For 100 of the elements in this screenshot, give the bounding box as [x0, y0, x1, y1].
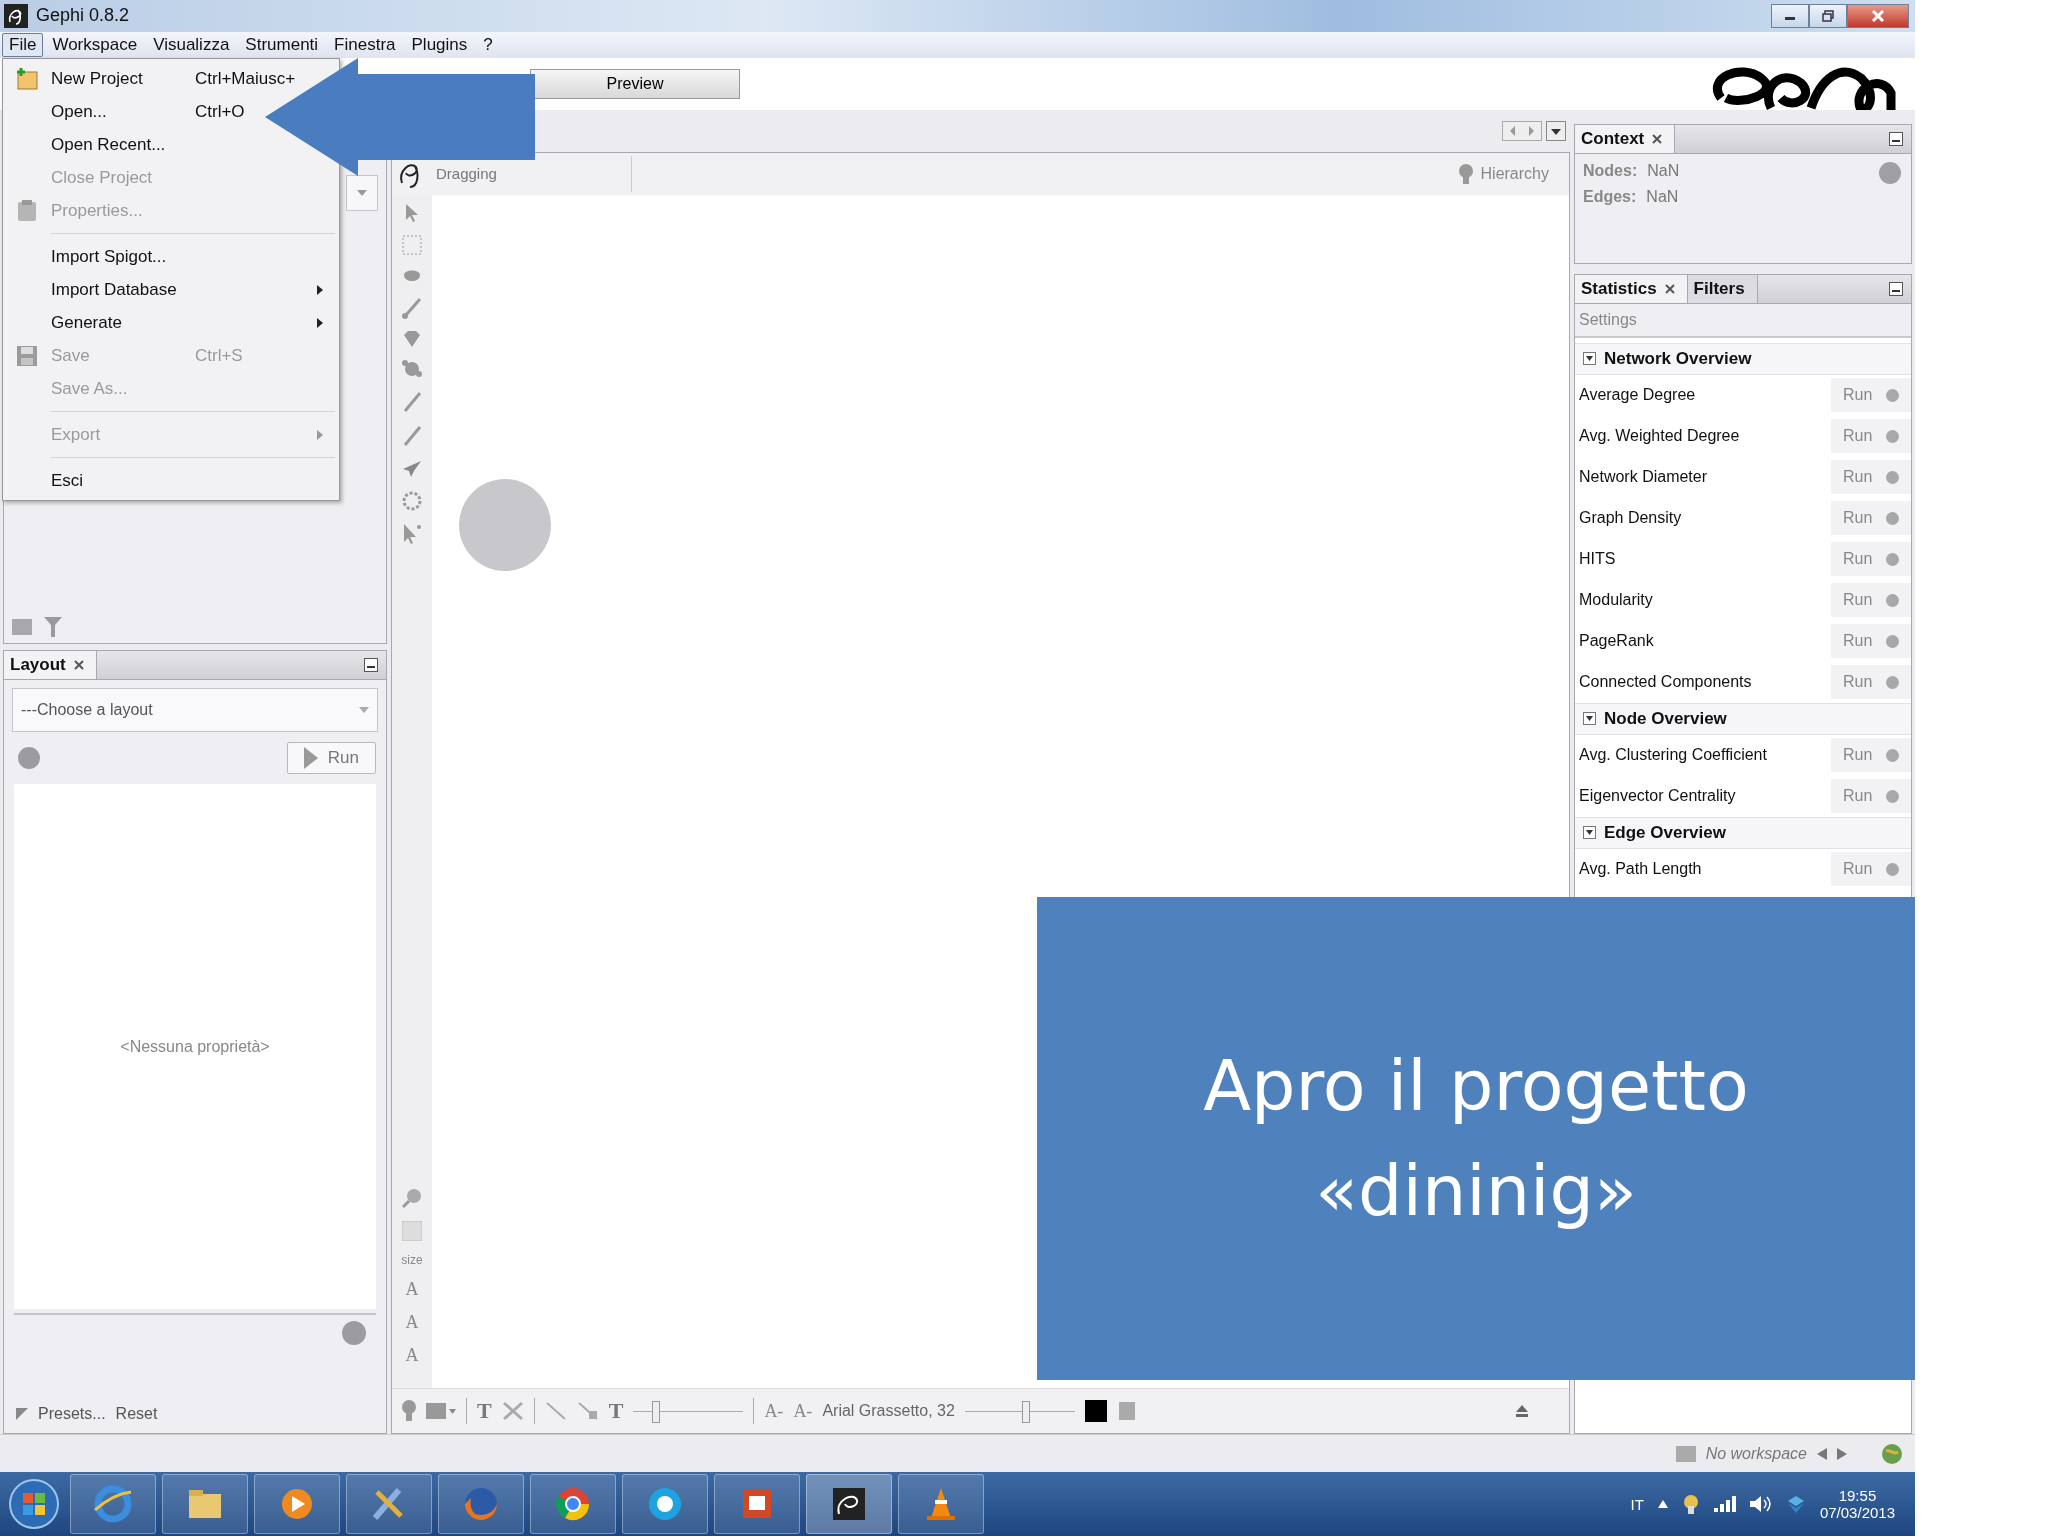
- panel-tab[interactable]: Statistics: [1575, 274, 1688, 303]
- taskbar-button[interactable]: [714, 1474, 800, 1534]
- dropdown-caret-icon[interactable]: [346, 174, 378, 211]
- text-tool[interactable]: A: [405, 1312, 419, 1334]
- maximize-button[interactable]: [1809, 4, 1847, 28]
- minimize-icon[interactable]: [1889, 131, 1903, 146]
- menu-entry[interactable]: Esci: [3, 464, 195, 497]
- collapse-toggle-icon[interactable]: [1583, 352, 1596, 366]
- menu-entry[interactable]: New Project Ctrl+Maiusc+: [3, 62, 296, 95]
- line-icon[interactable]: [576, 1401, 599, 1422]
- reset-link[interactable]: Reset: [115, 1405, 158, 1424]
- box-icon[interactable]: [1785, 1494, 1806, 1514]
- speaker-icon[interactable]: [1749, 1495, 1772, 1513]
- info-icon[interactable]: [18, 746, 40, 769]
- rectangle-icon[interactable]: [426, 1403, 456, 1420]
- font-size-button[interactable]: A-: [764, 1400, 784, 1422]
- up-caret-icon[interactable]: [1657, 1500, 1668, 1508]
- slider[interactable]: [964, 1399, 1075, 1424]
- run-button[interactable]: Run: [1831, 419, 1911, 454]
- run-button[interactable]: Run: [1831, 624, 1911, 659]
- globe-icon[interactable]: [1881, 1442, 1903, 1465]
- play-icon: [303, 746, 318, 769]
- menu-item[interactable]: Plugins: [404, 32, 475, 57]
- gear-icon[interactable]: [402, 490, 422, 511]
- run-button[interactable]: Run: [1831, 542, 1911, 577]
- filter-icon[interactable]: [44, 616, 62, 637]
- layout-tab[interactable]: Layout: [4, 650, 97, 679]
- menu-item[interactable]: File: [2, 32, 44, 57]
- run-button[interactable]: Run: [1831, 738, 1911, 773]
- airplane-icon[interactable]: [401, 458, 423, 479]
- language-indicator[interactable]: IT: [1630, 1495, 1644, 1513]
- taskbar-button[interactable]: [622, 1474, 708, 1534]
- run-button[interactable]: Run: [286, 741, 376, 774]
- text-button[interactable]: T: [608, 1398, 624, 1425]
- eject-icon[interactable]: [1515, 1404, 1529, 1419]
- menu-entry[interactable]: Import Database: [3, 273, 333, 306]
- run-button[interactable]: Run: [1831, 852, 1911, 887]
- taskbar-button[interactable]: [530, 1474, 616, 1534]
- menu-item[interactable]: Workspace: [45, 32, 145, 57]
- menu-entry[interactable]: Generate: [3, 306, 333, 339]
- font-size-button[interactable]: A-: [793, 1400, 813, 1422]
- dropdown-icon[interactable]: [1546, 120, 1566, 141]
- run-button[interactable]: Run: [1831, 583, 1911, 618]
- menu-item[interactable]: Visualizza: [146, 32, 237, 57]
- minimize-icon[interactable]: [1889, 281, 1903, 296]
- line-icon[interactable]: [544, 1401, 567, 1422]
- cursor-icon[interactable]: [402, 522, 422, 545]
- menu-item[interactable]: Finestra: [327, 32, 403, 57]
- hierarchy-button[interactable]: Hierarchy: [1458, 163, 1569, 184]
- minimize-button[interactable]: [1771, 4, 1809, 28]
- pencil-icon[interactable]: [402, 424, 422, 447]
- taskbar-button[interactable]: [254, 1474, 340, 1534]
- preview-button[interactable]: Preview: [530, 68, 740, 99]
- menu-entry[interactable]: Import Spigot...: [3, 240, 195, 273]
- layers-icon[interactable]: [1116, 1400, 1137, 1423]
- run-button[interactable]: Run: [1831, 665, 1911, 700]
- color-swatch[interactable]: [1084, 1400, 1107, 1423]
- run-button[interactable]: Run: [1831, 460, 1911, 495]
- taskbar-button[interactable]: [162, 1474, 248, 1534]
- close-button[interactable]: [1847, 4, 1909, 28]
- brush-icon[interactable]: [402, 296, 422, 319]
- close-icon[interactable]: [73, 659, 84, 670]
- close-icon[interactable]: [1652, 133, 1663, 144]
- slider[interactable]: [633, 1399, 744, 1424]
- panel-tab[interactable]: Filters: [1687, 274, 1758, 303]
- diamond-icon[interactable]: [402, 330, 422, 347]
- bulb-icon: [1458, 163, 1473, 184]
- run-button[interactable]: Run: [1831, 378, 1911, 413]
- run-button[interactable]: Run: [1831, 501, 1911, 536]
- menu-item[interactable]: Strumenti: [238, 32, 326, 57]
- menu-item[interactable]: ?: [476, 32, 500, 57]
- settings-label[interactable]: Settings: [1579, 310, 1637, 329]
- help-icon[interactable]: [342, 1321, 366, 1346]
- clock[interactable]: 19:55 07/03/2013: [1819, 1487, 1895, 1521]
- layout-dropdown[interactable]: ---Choose a layout: [12, 687, 378, 732]
- text-tool[interactable]: A: [405, 1345, 419, 1367]
- menu-entry[interactable]: Open Recent...: [3, 128, 195, 161]
- presets-link[interactable]: Presets...: [38, 1405, 106, 1424]
- splat-icon[interactable]: [402, 358, 422, 379]
- square-icon[interactable]: [12, 618, 32, 635]
- magnifier-icon[interactable]: [401, 1187, 423, 1210]
- collapse-toggle-icon[interactable]: [1583, 826, 1596, 840]
- context-tab[interactable]: Context: [1575, 124, 1676, 153]
- text-button[interactable]: T: [477, 1398, 492, 1425]
- taskbar-button[interactable]: [806, 1474, 892, 1534]
- left-arrow-icon[interactable]: [1817, 1447, 1827, 1460]
- cursor-icon[interactable]: [404, 202, 420, 223]
- scissors-icon[interactable]: [501, 1401, 524, 1422]
- close-icon[interactable]: [1664, 283, 1675, 294]
- start-button[interactable]: [9, 1479, 59, 1529]
- collapse-toggle-icon[interactable]: [1583, 712, 1596, 726]
- run-button[interactable]: Run: [1831, 779, 1911, 814]
- bulb-icon[interactable]: [402, 1400, 416, 1423]
- text-tool[interactable]: A: [405, 1279, 419, 1301]
- menu-entry[interactable]: Open... Ctrl+O: [3, 95, 245, 128]
- pencil-icon[interactable]: [402, 390, 422, 413]
- right-arrow-icon[interactable]: [1837, 1447, 1847, 1460]
- signal-icon[interactable]: [1713, 1496, 1736, 1512]
- window-title: Gephi 0.8.2: [36, 5, 130, 27]
- minimize-icon[interactable]: [364, 657, 378, 672]
